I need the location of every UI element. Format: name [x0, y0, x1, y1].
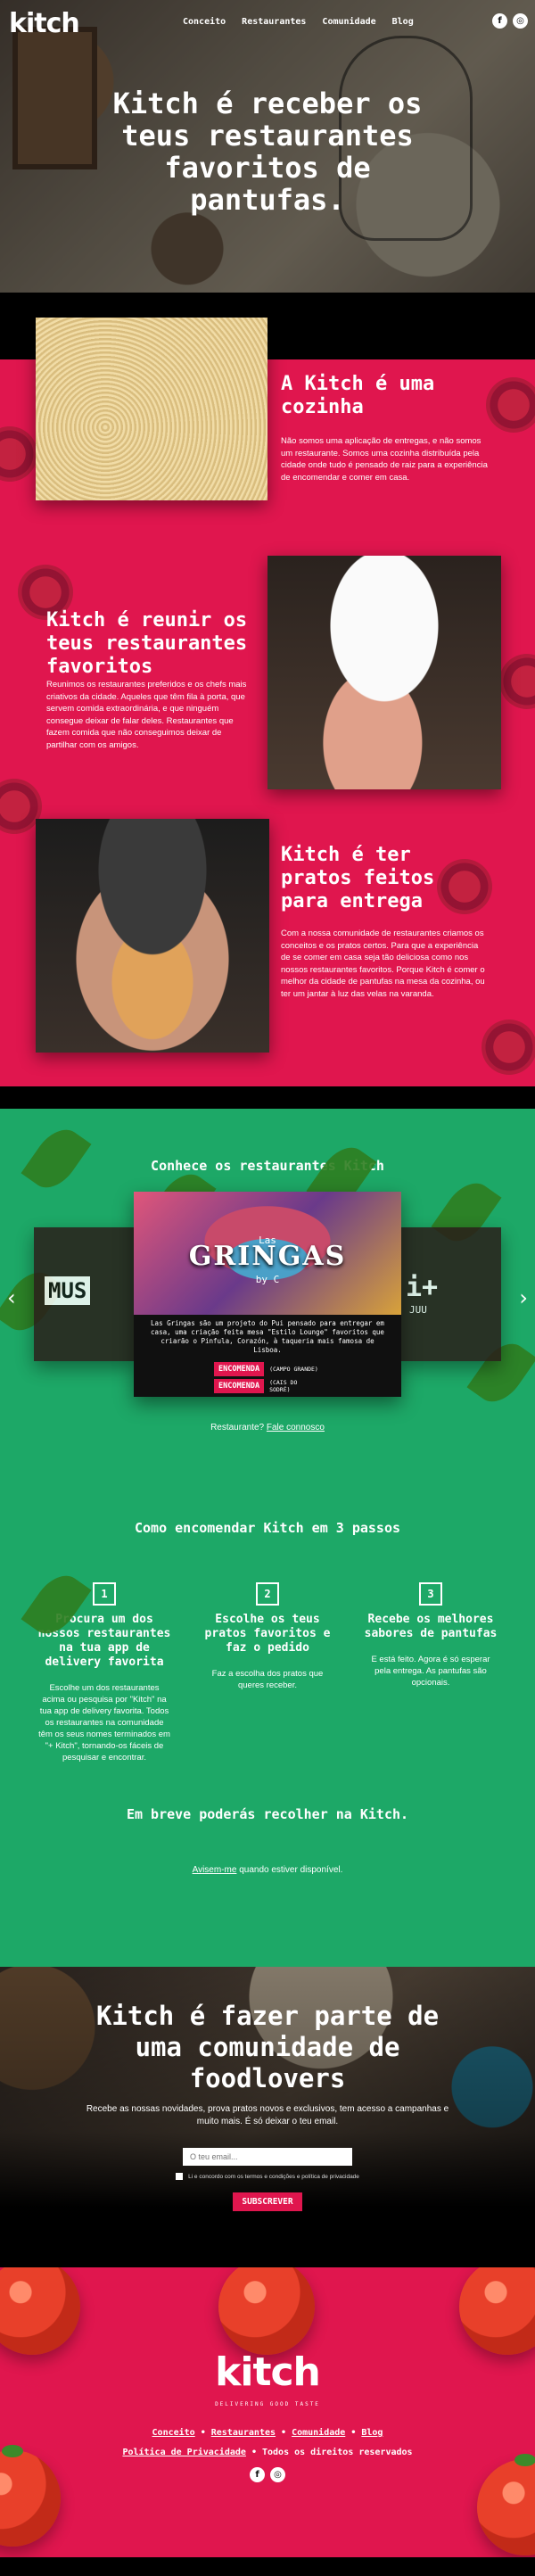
notify-me-link[interactable]: Avisem-me — [193, 1865, 237, 1875]
instagram-icon[interactable]: ◎ — [513, 13, 528, 29]
facebook-icon[interactable]: f — [492, 13, 507, 29]
pickup-notify-line: Avisem-me quando estiver disponível. — [0, 1865, 535, 1875]
footer-navigation: Conceito • Restaurantes • Comunidade • B… — [152, 2428, 383, 2438]
restaurant-card-featured[interactable]: Las GRINGAS by C Las Gringas são um proj… — [134, 1192, 401, 1397]
carousel-prev-arrow-icon[interactable]: ‹ — [7, 1285, 16, 1310]
restaurant-featured-image: Las GRINGAS by C — [134, 1192, 401, 1315]
nav-links: Conceito Restaurantes Comunidade Blog — [183, 17, 414, 27]
nav-link-conceito[interactable]: Conceito — [183, 17, 226, 27]
hero-title: Kitch é receber os teus restaurantes fav… — [112, 87, 423, 217]
pickup-title: Em breve poderás recolher na Kitch. — [126, 1806, 409, 1822]
chef-image — [268, 556, 501, 789]
restaurant-description: Las Gringas são um projeto do Pui pensad… — [151, 1319, 384, 1354]
step-title: Recebe os melhores sabores de pantufas — [364, 1613, 498, 1640]
footer-link-blog[interactable]: Blog — [361, 2428, 383, 2438]
consent-row: Li e concordo com os termos e condições … — [0, 2173, 535, 2180]
feature-title: A Kitch é uma cozinha — [281, 373, 435, 418]
restaurant-brand-bottom: by C — [255, 1274, 280, 1285]
feature-text: Não somos uma aplicação de entregas, e n… — [281, 436, 488, 483]
top-navigation: kitch Conceito Restaurantes Comunidade B… — [0, 0, 535, 46]
restaurant-contact-line: Restaurante? Fale connosco — [0, 1423, 535, 1432]
tomato-image — [218, 2267, 315, 2355]
restaurant-card-right-name: i+ — [406, 1272, 439, 1303]
feature-cozinha: A Kitch é uma cozinha Não somos uma apli… — [0, 293, 535, 560]
order-location-label: (CAIS DO SODRÉ) — [269, 1379, 298, 1393]
carousel-next-arrow-icon[interactable]: › — [519, 1285, 528, 1310]
feature-title: Kitch é ter pratos feitos para entrega — [281, 844, 435, 912]
restaurant-card-right-sub: JUU — [409, 1304, 427, 1316]
newsletter-subtitle: Recebe as nossas novidades, prova pratos… — [86, 2104, 449, 2126]
footer: kitch DELIVERING GOOD TASTE Conceito • R… — [0, 2267, 535, 2557]
feature-title: Kitch é reunir os teus restaurantes favo… — [46, 609, 248, 678]
footer-link-restaurantes[interactable]: Restaurantes — [211, 2428, 276, 2438]
step-text: Faz a escolha dos pratos que queres rece… — [211, 1669, 324, 1690]
step-number: 1 — [93, 1582, 116, 1606]
contact-prompt: Restaurante? — [210, 1423, 265, 1432]
feature-restaurantes: Kitch é reunir os teus restaurantes favo… — [0, 556, 535, 819]
step-number: 3 — [419, 1582, 442, 1606]
nav-link-blog[interactable]: Blog — [392, 17, 414, 27]
order-row-2: ENCOMENDA (CAIS DO SODRÉ) — [134, 1376, 401, 1393]
newsletter-title: Kitch é fazer parte de uma comunidade de… — [95, 2001, 440, 2093]
footer-legal: Política de Privacidade • Todos os direi… — [122, 2448, 413, 2457]
noodles-image — [36, 318, 268, 500]
rights-text: Todos os direitos reservados — [261, 2448, 413, 2457]
restaurant-name: GRINGAS — [188, 1241, 347, 1272]
features-section: A Kitch é uma cozinha Não somos uma apli… — [0, 293, 535, 1149]
instagram-icon[interactable]: ◎ — [270, 2467, 285, 2482]
footer-link-conceito[interactable]: Conceito — [152, 2428, 195, 2438]
footer-social-links: f ◎ — [0, 2467, 535, 2482]
nav-link-restaurantes[interactable]: Restaurantes — [242, 17, 306, 27]
restaurants-section: Conhece os restaurantes Kitch ‹ MUS i+ J… — [0, 1109, 535, 1967]
steps-list: 1 Procura um dos nossos restaurantes na … — [0, 1582, 535, 1763]
step-item: 2 Escolhe os teus pratos favoritos e faz… — [201, 1582, 334, 1763]
kitch-logo[interactable]: kitch — [9, 8, 80, 39]
tomato-image — [459, 2267, 535, 2355]
order-button-cais-do-sodre[interactable]: ENCOMENDA — [214, 1379, 265, 1393]
order-button-campo-grande[interactable]: ENCOMENDA — [214, 1362, 265, 1376]
footer-tagline: DELIVERING GOOD TASTE — [215, 2401, 320, 2407]
email-field[interactable] — [183, 2148, 352, 2166]
restaurant-card-left-name: MUS — [45, 1276, 91, 1305]
step-number: 2 — [256, 1582, 279, 1606]
footer-link-comunidade[interactable]: Comunidade — [292, 2428, 345, 2438]
nav-link-comunidade[interactable]: Comunidade — [322, 17, 375, 27]
privacy-policy-link[interactable]: Política de Privacidade — [122, 2448, 245, 2457]
step-item: 3 Recebe os melhores sabores de pantufas… — [364, 1582, 498, 1763]
restaurant-card-right[interactable]: i+ JUU — [399, 1227, 501, 1361]
order-location-label: (CAMPO GRANDE) — [269, 1366, 318, 1373]
newsletter-content: Kitch é fazer parte de uma comunidade de… — [0, 1967, 535, 2211]
restaurant-card-left[interactable]: MUS — [34, 1227, 136, 1361]
pickup-notify-text: quando estiver disponível. — [236, 1865, 343, 1875]
hero-section: kitch Conceito Restaurantes Comunidade B… — [0, 0, 535, 293]
step-title: Escolhe os teus pratos favoritos e faz o… — [204, 1613, 331, 1655]
subscribe-button[interactable]: SUBSCREVER — [233, 2192, 302, 2211]
order-row-1: ENCOMENDA (CAMPO GRANDE) — [134, 1359, 401, 1376]
feature-text: Com a nossa comunidade de restaurantes c… — [281, 929, 485, 999]
consent-label: Li e concordo com os termos e condições … — [188, 2173, 359, 2180]
tomato-image — [0, 2445, 61, 2547]
person-eating-image — [36, 819, 269, 1053]
header-social-links: f ◎ — [492, 13, 528, 29]
tomato-image — [0, 2267, 80, 2355]
feature-entrega: Kitch é ter pratos feitos para entrega C… — [0, 819, 535, 1149]
how-to-order-title: Como encomendar Kitch em 3 passos — [134, 1520, 400, 1536]
restaurants-carousel: ‹ MUS i+ JUU Las GRINGAS by C Las Gringa… — [0, 1192, 535, 1410]
feature-text: Reunimos os restaurantes preferidos e os… — [46, 680, 247, 750]
consent-checkbox[interactable] — [176, 2173, 184, 2180]
footer-logo[interactable]: kitch — [0, 2349, 535, 2395]
newsletter-section: Kitch é fazer parte de uma comunidade de… — [0, 1967, 535, 2267]
contact-link[interactable]: Fale connosco — [267, 1423, 325, 1432]
step-text: E está feito. Agora é só esperar pela en… — [371, 1655, 490, 1688]
facebook-icon[interactable]: f — [250, 2467, 265, 2482]
step-text: Escolhe um dos restaurantes acima ou pes… — [38, 1683, 170, 1763]
